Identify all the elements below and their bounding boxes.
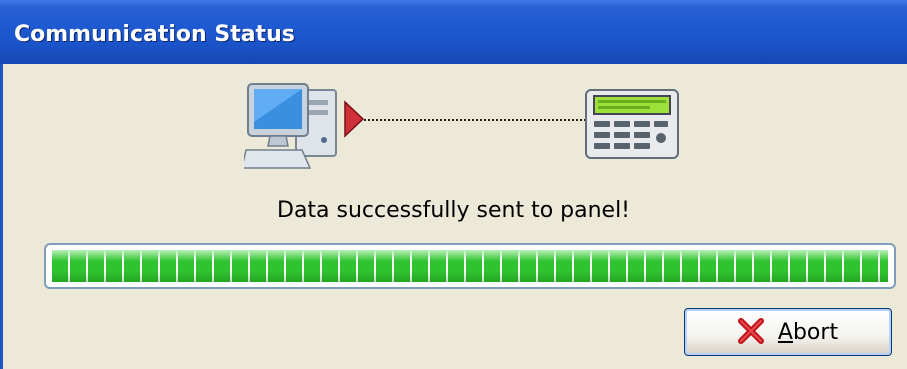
abort-label-rest: bort	[792, 319, 839, 345]
progress-fill	[52, 250, 888, 282]
abort-button[interactable]: Abort	[684, 308, 892, 356]
alarm-keypad-icon	[584, 88, 680, 164]
computer-icon	[241, 80, 344, 176]
abort-mnemonic: A	[777, 319, 793, 345]
window-titlebar[interactable]: Communication Status	[0, 0, 907, 64]
connection-line	[364, 119, 586, 121]
progress-track	[52, 250, 888, 282]
abort-button-label: Abort	[778, 320, 838, 345]
arrow-right-icon	[343, 98, 365, 144]
progress-bar	[44, 243, 896, 289]
red-x-icon	[737, 317, 764, 347]
window-title: Communication Status	[14, 22, 295, 47]
status-message: Data successfully sent to panel!	[277, 198, 630, 223]
